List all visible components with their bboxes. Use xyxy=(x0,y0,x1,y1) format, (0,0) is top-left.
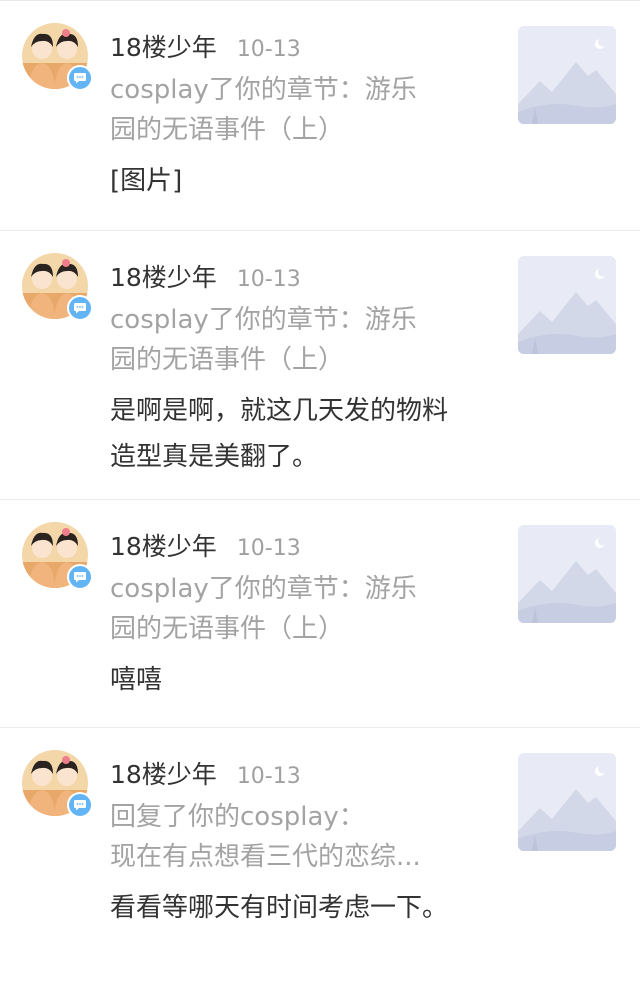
notification-content: 18楼少年 10-13 回复了你的cosplay： 现在有点想看三代的恋综...… xyxy=(110,755,480,931)
notification-item[interactable]: 18楼少年 10-13 cosplay了你的章节：游乐 园的无语事件（上） 嘻嘻 xyxy=(0,500,640,728)
referenced-content[interactable]: cosplay了你的章节：游乐 园的无语事件（上） xyxy=(110,300,480,380)
image-placeholder-icon[interactable] xyxy=(518,753,616,851)
timestamp: 10-13 xyxy=(236,536,301,561)
reference-line: 园的无语事件（上） xyxy=(110,614,345,644)
referenced-content[interactable]: 回复了你的cosplay： 现在有点想看三代的恋综... xyxy=(110,797,480,877)
comment-bubble-icon xyxy=(67,295,93,321)
user-name[interactable]: 18楼少年 xyxy=(110,28,217,64)
reference-line: 现在有点想看三代的恋综... xyxy=(110,842,421,872)
notification-item[interactable]: 18楼少年 10-13 cosplay了你的章节：游乐 园的无语事件（上） 是啊… xyxy=(0,231,640,500)
comment-bubble-icon xyxy=(67,65,93,91)
timestamp: 10-13 xyxy=(236,764,301,789)
referenced-content[interactable]: cosplay了你的章节：游乐 园的无语事件（上） xyxy=(110,70,480,150)
user-name[interactable]: 18楼少年 xyxy=(110,755,217,791)
reference-line: cosplay了你的章节：游乐 xyxy=(110,305,417,335)
notification-header: 18楼少年 10-13 xyxy=(110,527,480,563)
avatar-wrap[interactable] xyxy=(22,253,93,321)
image-placeholder-icon[interactable] xyxy=(518,525,616,623)
user-name[interactable]: 18楼少年 xyxy=(110,527,217,563)
comment-bubble-icon xyxy=(67,792,93,818)
comment-bubble-icon xyxy=(67,564,93,590)
notification-header: 18楼少年 10-13 xyxy=(110,258,480,294)
notification-item[interactable]: 18楼少年 10-13 cosplay了你的章节：游乐 园的无语事件（上） [图… xyxy=(0,1,640,231)
timestamp: 10-13 xyxy=(236,37,301,62)
reference-line: 回复了你的cosplay： xyxy=(110,802,365,832)
reference-line: cosplay了你的章节：游乐 xyxy=(110,574,417,604)
referenced-content[interactable]: cosplay了你的章节：游乐 园的无语事件（上） xyxy=(110,569,480,649)
image-placeholder-icon[interactable] xyxy=(518,26,616,124)
reference-line: 园的无语事件（上） xyxy=(110,115,345,145)
notification-content: 18楼少年 10-13 cosplay了你的章节：游乐 园的无语事件（上） [图… xyxy=(110,28,480,204)
reference-line: cosplay了你的章节：游乐 xyxy=(110,75,417,105)
notification-item[interactable]: 18楼少年 10-13 回复了你的cosplay： 现在有点想看三代的恋综...… xyxy=(0,728,640,991)
notification-header: 18楼少年 10-13 xyxy=(110,755,480,791)
avatar-wrap[interactable] xyxy=(22,522,93,590)
message-text: [图片] xyxy=(110,166,183,196)
avatar-wrap[interactable] xyxy=(22,750,93,818)
notification-content: 18楼少年 10-13 cosplay了你的章节：游乐 园的无语事件（上） 是啊… xyxy=(110,258,480,480)
notification-content: 18楼少年 10-13 cosplay了你的章节：游乐 园的无语事件（上） 嘻嘻 xyxy=(110,527,480,703)
message-text: 是啊是啊，就这几天发的物料造型真是美翻了。 xyxy=(110,396,449,472)
avatar-wrap[interactable] xyxy=(22,23,93,91)
image-placeholder-icon[interactable] xyxy=(518,256,616,354)
message-text: 看看等哪天有时间考虑一下。 xyxy=(110,893,449,923)
reference-line: 园的无语事件（上） xyxy=(110,345,345,375)
notification-header: 18楼少年 10-13 xyxy=(110,28,480,64)
user-name[interactable]: 18楼少年 xyxy=(110,258,217,294)
timestamp: 10-13 xyxy=(236,267,301,292)
message-text: 嘻嘻 xyxy=(110,665,163,695)
